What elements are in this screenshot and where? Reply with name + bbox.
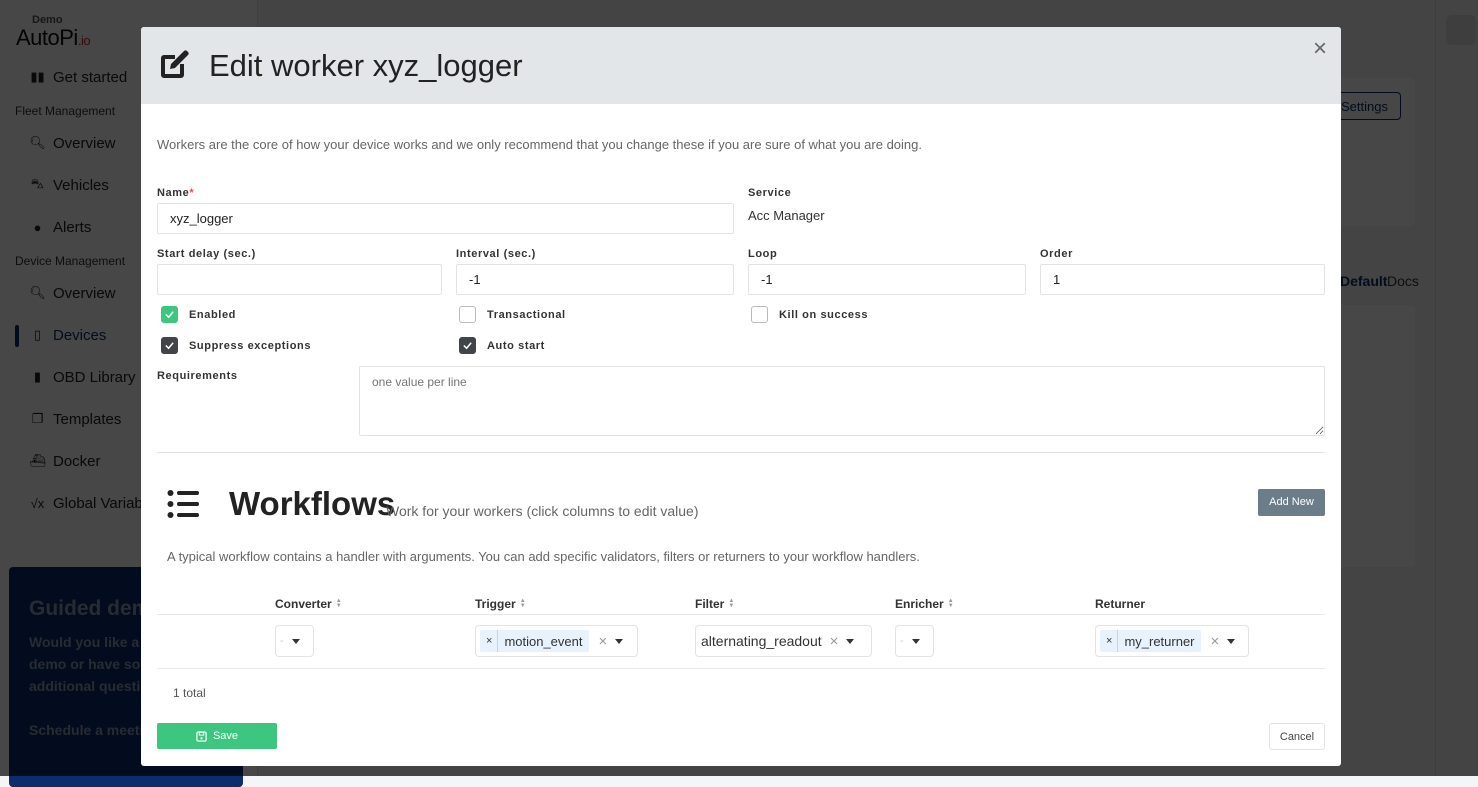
requirements-label: Requirements	[157, 370, 238, 382]
transactional-checkbox[interactable]: Transactional	[459, 306, 566, 323]
start-delay-label: Start delay (sec.)	[157, 248, 256, 260]
enricher-select[interactable]: -	[895, 625, 934, 657]
required-mark: *	[189, 187, 194, 199]
service-value: Acc Manager	[748, 208, 825, 223]
requirements-textarea[interactable]	[359, 366, 1325, 436]
checkbox-label: Auto start	[487, 340, 545, 352]
column-header-filter[interactable]: Filter ▲▼	[695, 597, 734, 611]
auto-start-checkbox[interactable]: Auto start	[459, 337, 545, 354]
remove-tag-icon[interactable]: ×	[480, 630, 498, 652]
suppress-exceptions-checkbox[interactable]: Suppress exceptions	[161, 337, 311, 354]
converter-select[interactable]: -	[275, 625, 314, 657]
workflows-subtitle: Work for your workers (click columns to …	[386, 503, 699, 519]
column-header-returner: Returner	[1095, 597, 1145, 611]
order-input[interactable]	[1040, 264, 1325, 295]
column-label: Filter	[695, 597, 724, 611]
kill-on-success-checkbox[interactable]: Kill on success	[751, 306, 868, 323]
name-label: Name*	[157, 187, 194, 199]
save-icon	[196, 731, 207, 742]
clear-icon[interactable]: ×	[599, 633, 608, 650]
loop-label: Loop	[748, 248, 777, 260]
remove-tag-icon[interactable]: ×	[1100, 630, 1118, 652]
order-label: Order	[1040, 248, 1073, 260]
checkbox-label: Transactional	[487, 309, 566, 321]
check-icon	[164, 309, 175, 320]
checkbox-checked[interactable]	[459, 337, 476, 354]
caret-down-icon	[912, 639, 920, 644]
loop-input[interactable]	[748, 264, 1026, 295]
caret-down-icon	[615, 639, 623, 644]
caret-down-icon	[846, 639, 854, 644]
checkbox-unchecked[interactable]	[751, 306, 768, 323]
interval-label: Interval (sec.)	[456, 248, 536, 260]
name-input[interactable]	[157, 203, 734, 234]
edit-icon	[157, 50, 189, 82]
check-icon	[164, 340, 175, 351]
checkbox-checked[interactable]	[161, 306, 178, 323]
section-divider	[157, 452, 1325, 453]
table-row-line	[157, 668, 1325, 669]
modal-title: Edit worker xyz_logger	[209, 48, 523, 84]
checkbox-checked[interactable]	[161, 337, 178, 354]
workflows-description: A typical workflow contains a handler wi…	[167, 549, 920, 564]
caret-down-icon	[1227, 639, 1235, 644]
tag-label: my_returner	[1118, 634, 1200, 649]
tag-label: motion_event	[498, 634, 588, 649]
check-icon	[462, 340, 473, 351]
clear-icon[interactable]: ×	[1211, 633, 1220, 650]
checkbox-unchecked[interactable]	[459, 306, 476, 323]
column-label: Converter	[275, 597, 332, 611]
table-header-line	[157, 614, 1325, 615]
column-label: Trigger	[475, 597, 516, 611]
caret-down-icon	[292, 639, 300, 644]
filter-select[interactable]: alternating_readout ×	[695, 625, 872, 657]
total-count: 1 total	[173, 686, 206, 700]
returner-select[interactable]: ×my_returner ×	[1095, 625, 1249, 657]
intro-text: Workers are the core of how your device …	[157, 137, 922, 152]
trigger-select[interactable]: ×motion_event ×	[475, 625, 638, 657]
close-button[interactable]: ×	[1313, 37, 1327, 61]
sort-icon: ▲▼	[948, 599, 954, 609]
selected-tag: ×motion_event	[480, 630, 589, 652]
edit-worker-modal: Edit worker xyz_logger × Workers are the…	[141, 27, 1341, 766]
sort-icon: ▲▼	[520, 599, 526, 609]
modal-header: Edit worker xyz_logger ×	[141, 27, 1341, 104]
checkbox-label: Kill on success	[779, 309, 868, 321]
list-icon	[167, 489, 199, 519]
save-button[interactable]: Save	[157, 723, 277, 749]
checkbox-label: Suppress exceptions	[189, 340, 311, 352]
service-label: Service	[748, 187, 791, 199]
start-delay-input[interactable]	[157, 264, 442, 295]
sort-icon: ▲▼	[728, 599, 734, 609]
select-value: -	[900, 635, 904, 647]
sort-icon: ▲▼	[336, 599, 342, 609]
column-label: Enricher	[895, 597, 944, 611]
checkbox-label: Enabled	[189, 309, 236, 321]
clear-icon[interactable]: ×	[830, 633, 839, 650]
column-header-converter[interactable]: Converter ▲▼	[275, 597, 342, 611]
add-new-workflow-button[interactable]: Add New	[1258, 489, 1325, 516]
save-label: Save	[213, 730, 238, 742]
select-value: alternating_readout	[701, 633, 822, 649]
interval-input[interactable]	[456, 264, 734, 295]
selected-tag: ×my_returner	[1100, 630, 1201, 652]
column-header-enricher[interactable]: Enricher ▲▼	[895, 597, 954, 611]
column-header-trigger[interactable]: Trigger ▲▼	[475, 597, 526, 611]
workflows-title: Workflows	[229, 485, 395, 523]
cancel-button[interactable]: Cancel	[1269, 723, 1325, 750]
column-label: Returner	[1095, 597, 1145, 611]
enabled-checkbox[interactable]: Enabled	[161, 306, 236, 323]
select-value: -	[280, 635, 284, 647]
